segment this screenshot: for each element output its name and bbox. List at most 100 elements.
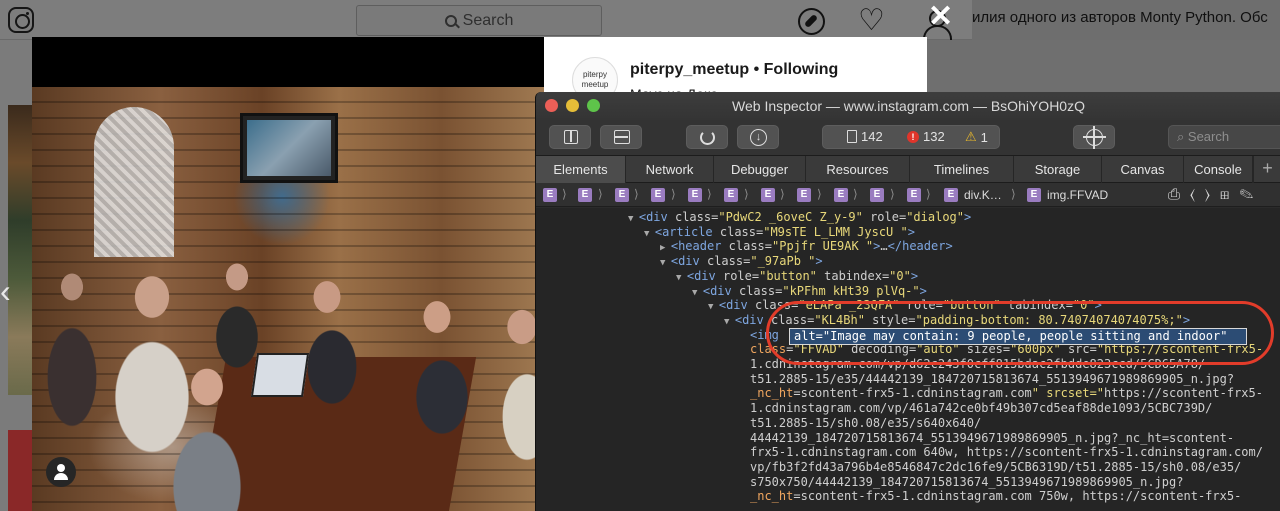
- close-icon[interactable]: ✕: [928, 2, 953, 32]
- crosshair-icon: [1083, 126, 1106, 149]
- dock-bottom-button[interactable]: [600, 125, 642, 149]
- disclosure-expanded-icon[interactable]: ▼: [644, 229, 655, 239]
- breadcrumb-img[interactable]: E: [1027, 188, 1041, 202]
- instagram-header: Search ♡ ✕: [0, 0, 972, 40]
- print-icon[interactable]: ⎙: [1168, 186, 1190, 203]
- follow-status[interactable]: Following: [764, 61, 839, 78]
- instagram-logo-icon[interactable]: [8, 7, 34, 33]
- breadcrumb-element[interactable]: E: [797, 188, 811, 202]
- dom-node-text: <article class="M9sTE L_LMM JyscU ">: [654, 224, 915, 239]
- dom-node-text: <header class="Ppjfr UE9AK ">…</header>: [670, 239, 953, 254]
- breadcrumb-element[interactable]: E: [578, 188, 592, 202]
- feed-thumbnail[interactable]: [8, 105, 32, 395]
- feed-thumbnail[interactable]: [8, 430, 32, 511]
- dom-node-line[interactable]: t51.2885-15/sh0.08/e35/s640x640/: [750, 416, 981, 431]
- web-inspector-window: Web Inspector — www.instagram.com — BsOh…: [535, 92, 1280, 511]
- breadcrumb-element[interactable]: E: [870, 188, 884, 202]
- compass-icon[interactable]: [798, 8, 825, 35]
- breadcrumb-div[interactable]: E: [944, 188, 958, 202]
- inspect-element-button[interactable]: [1073, 125, 1115, 149]
- prev-arrow-icon[interactable]: ‹: [0, 275, 11, 307]
- breadcrumb-img-label[interactable]: img.FFVAD: [1047, 188, 1108, 202]
- disclosure-expanded-icon[interactable]: ▼: [660, 258, 671, 268]
- breadcrumb-separator: ⟩: [598, 187, 603, 201]
- dom-node-text: <div class="PdwC2 _6oveC Z_y-9" role="di…: [638, 210, 972, 224]
- warning-count-value: 1: [980, 129, 988, 145]
- annotation-circle: [766, 301, 1274, 365]
- heart-icon[interactable]: ♡: [858, 6, 885, 36]
- breadcrumb-element[interactable]: E: [834, 188, 848, 202]
- document-icon: [847, 130, 857, 143]
- inspector-toolbar: ↓ 142 ! 132 ⚠ 1 ⌕ Search: [536, 120, 1280, 156]
- inspector-search-input[interactable]: ⌕ Search: [1168, 125, 1280, 149]
- add-tab-button[interactable]: +: [1253, 156, 1280, 183]
- breadcrumb-element[interactable]: E: [761, 188, 775, 202]
- grid-icon[interactable]: ⊞: [1220, 186, 1240, 203]
- breadcrumb-element[interactable]: E: [688, 188, 702, 202]
- tab-timelines[interactable]: Timelines: [910, 156, 1014, 183]
- tab-resources[interactable]: Resources: [806, 156, 910, 183]
- breadcrumb-separator: ⟩: [853, 187, 858, 201]
- dom-node-line[interactable]: vp/fb3f2fd43a796b4e8546847c2dc16fe9/5CB6…: [750, 460, 1241, 475]
- warning-icon: ⚠: [965, 129, 977, 144]
- breadcrumb-element[interactable]: E: [724, 188, 738, 202]
- dom-node-text: vp/fb3f2fd43a796b4e8546847c2dc16fe9/5CB6…: [750, 459, 1242, 474]
- tab-canvas[interactable]: Canvas: [1102, 156, 1184, 183]
- dom-node-line[interactable]: s750x750/44442139_184720715813674_551394…: [750, 475, 1183, 490]
- inspector-search-placeholder: Search: [1187, 129, 1230, 144]
- disclosure-collapsed-icon[interactable]: ▶: [660, 243, 671, 253]
- code-icon[interactable]: ⟨⟩: [1190, 186, 1220, 203]
- brush-icon[interactable]: ✎: [1239, 186, 1263, 203]
- tab-console[interactable]: Console: [1184, 156, 1253, 183]
- dom-node-line[interactable]: _nc_ht=scontent-frx5-1.cdninstagram.com"…: [750, 386, 1263, 401]
- tab-debugger[interactable]: Debugger: [714, 156, 806, 183]
- dom-node-text: _nc_ht=scontent-frx5-1.cdninstagram.com …: [750, 489, 1242, 504]
- dock-side-button[interactable]: [549, 125, 591, 149]
- breadcrumb-div-label[interactable]: div.K…: [964, 188, 1002, 202]
- dom-node-line[interactable]: ▼ <div class="PdwC2 _6oveC Z_y-9" role="…: [628, 210, 971, 225]
- dom-node-line[interactable]: ▼ <article class="M9sTE L_LMM JyscU ">: [644, 225, 915, 240]
- dom-node-line[interactable]: t51.2885-15/e35/44442139_184720715813674…: [750, 372, 1234, 387]
- dom-node-text: <div class="_97aPb ">: [670, 254, 823, 269]
- dom-node-line[interactable]: frx5-1.cdninstagram.com 640w, https://sc…: [750, 445, 1263, 460]
- dom-node-line[interactable]: 44442139_184720715813674_551394967198986…: [750, 431, 1234, 446]
- post-username[interactable]: piterpy_meetup: [630, 61, 749, 78]
- breadcrumb-element[interactable]: E: [615, 188, 629, 202]
- breadcrumb-separator: ⟩: [744, 187, 749, 201]
- dom-node-line[interactable]: ▼ <div class="_97aPb ">: [660, 254, 823, 269]
- breadcrumb-separator: ⟩: [634, 187, 639, 201]
- disclosure-expanded-icon[interactable]: ▼: [676, 273, 687, 283]
- dom-node-text: _nc_ht=scontent-frx5-1.cdninstagram.com"…: [750, 386, 1263, 401]
- dom-node-line[interactable]: 1.cdninstagram.com/vp/461a742ce0bf49b307…: [750, 401, 1212, 416]
- dom-node-text: frx5-1.cdninstagram.com 640w, https://sc…: [750, 445, 1263, 460]
- dom-node-text: <div class="kPFhm kHt39 plVq-">: [702, 283, 927, 298]
- search-input[interactable]: Search: [356, 5, 602, 36]
- tab-storage[interactable]: Storage: [1014, 156, 1102, 183]
- photo-laptop: [250, 353, 310, 397]
- dom-node-text: 44442139_184720715813674_551394967198986…: [750, 430, 1235, 445]
- user-tag-icon[interactable]: [46, 457, 76, 487]
- photo-window: [94, 107, 174, 257]
- download-button[interactable]: ↓: [737, 125, 779, 149]
- reload-button[interactable]: [686, 125, 728, 149]
- breadcrumb-element[interactable]: E: [543, 188, 557, 202]
- dom-node-text: s750x750/44442139_184720715813674_551394…: [750, 474, 1184, 489]
- search-placeholder: Search: [462, 11, 514, 29]
- tab-network[interactable]: Network: [626, 156, 714, 183]
- dom-node-line[interactable]: _nc_ht=scontent-frx5-1.cdninstagram.com …: [750, 489, 1241, 504]
- breadcrumb-element[interactable]: E: [907, 188, 921, 202]
- post-username-line: piterpy_meetup • Following: [630, 61, 838, 79]
- tab-elements[interactable]: Elements: [536, 156, 626, 183]
- disclosure-expanded-icon[interactable]: ▼: [628, 214, 639, 224]
- disclosure-expanded-icon[interactable]: ▼: [724, 317, 735, 327]
- disclosure-expanded-icon[interactable]: ▼: [692, 288, 703, 298]
- disclosure-expanded-icon[interactable]: ▼: [708, 302, 719, 312]
- dom-node-line[interactable]: ▶ <header class="Ppjfr UE9AK ">…</header…: [660, 239, 953, 254]
- activity-counts[interactable]: 142 ! 132 ⚠ 1: [822, 125, 1000, 149]
- warning-count: ⚠ 1: [965, 129, 988, 145]
- post-photo[interactable]: [32, 87, 544, 511]
- dom-node-line[interactable]: ▼ <div role="button" tabindex="0">: [676, 269, 918, 284]
- breadcrumb-element[interactable]: E: [651, 188, 665, 202]
- dom-node-line[interactable]: ▼ <div class="kPFhm kHt39 plVq-">: [692, 284, 927, 299]
- inspector-titlebar[interactable]: Web Inspector — www.instagram.com — BsOh…: [536, 92, 1280, 120]
